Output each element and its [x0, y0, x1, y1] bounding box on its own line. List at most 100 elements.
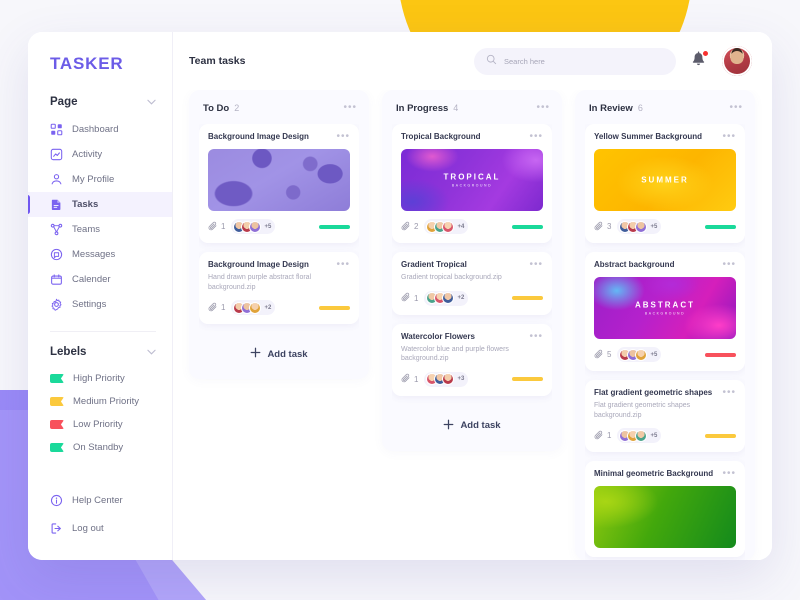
assignee-avatars[interactable]: +3	[424, 371, 469, 387]
board-column-in-review: In Review 6 ••• Yellow Summer Background •••…	[575, 90, 755, 560]
task-card[interactable]: Minimal geometric Background •••	[585, 461, 745, 558]
avatar	[249, 301, 262, 314]
card-subtitle: Hand drawn purple abstract floral backgr…	[208, 274, 312, 291]
column-menu-button[interactable]: •••	[338, 103, 357, 113]
avatar-overflow-count: +5	[650, 432, 658, 439]
sidebar-item-help-center[interactable]: Help Center	[28, 486, 172, 514]
message-bubble-icon	[50, 248, 63, 261]
assignee-avatars[interactable]: +5	[617, 347, 662, 362]
sidebar-section-labels[interactable]: Lebels	[28, 346, 172, 358]
card-header: Gradient Tropical •••	[401, 260, 543, 270]
avatar	[442, 220, 455, 233]
notification-bell-icon[interactable]	[690, 50, 709, 71]
sidebar-item-log-out[interactable]: Log out	[28, 514, 172, 542]
search-box[interactable]	[474, 47, 676, 75]
card-menu-button[interactable]: •••	[331, 132, 350, 142]
assignee-avatars[interactable]: +5	[617, 428, 662, 444]
task-card[interactable]: Yellow Summer Background ••• SUMMER 3 +5	[585, 124, 745, 243]
attachment-count: 2	[401, 221, 418, 233]
column-header: To Do 2 •••	[199, 100, 359, 124]
label-text: Low Priority	[73, 419, 123, 430]
activity-chart-icon	[50, 148, 63, 161]
column-count: 6	[637, 103, 643, 113]
task-card[interactable]: Flat gradient geometric shapes ••• Flat gr…	[585, 380, 745, 453]
card-footer: 3 +5	[594, 219, 736, 234]
sidebar-item-my-profile[interactable]: My Profile	[28, 167, 172, 192]
card-title: Gradient Tropical	[401, 260, 467, 269]
label-item-medium-priority[interactable]: Medium Priority	[28, 390, 172, 413]
attachment-count: 3	[594, 221, 611, 233]
search-input[interactable]	[504, 56, 664, 66]
task-card[interactable]: Gradient Tropical ••• Gradient tropical ba…	[392, 252, 552, 315]
card-menu-button[interactable]: •••	[717, 469, 736, 479]
add-task-button[interactable]: Add task	[392, 405, 552, 451]
card-footer: 5 +5	[594, 347, 736, 362]
card-menu-button[interactable]: •••	[717, 132, 736, 142]
column-header: In Review 6 •••	[585, 100, 745, 124]
label-item-low-priority[interactable]: Low Priority	[28, 413, 172, 436]
card-thumbnail: ABSTRACT BACKGROUND	[594, 277, 736, 339]
assignee-avatars[interactable]: +2	[424, 290, 469, 306]
card-menu-button[interactable]: •••	[524, 132, 543, 142]
avatar-overflow-count: +5	[264, 223, 272, 230]
avatar[interactable]	[722, 46, 752, 76]
sidebar-item-label: Help Center	[72, 494, 123, 506]
task-card[interactable]: Background Image Design ••• Hand drawn pur…	[199, 252, 359, 325]
gear-icon	[50, 298, 63, 311]
task-card[interactable]: Abstract background ••• ABSTRACT BACKGROUND…	[585, 252, 745, 371]
label-text: On Standby	[73, 442, 124, 453]
add-task-button[interactable]: Add task	[199, 333, 359, 379]
page-title: Team tasks	[189, 55, 246, 67]
column-title: In Progress	[396, 102, 449, 114]
sidebar-item-dashboard[interactable]: Dashboard	[28, 117, 172, 142]
avatar-overflow-count: +5	[650, 223, 658, 230]
column-cards: Yellow Summer Background ••• SUMMER 3 +5 Abst…	[585, 124, 745, 560]
avatar-overflow-count: +3	[457, 376, 465, 383]
attachment-count: 1	[401, 292, 418, 304]
task-card[interactable]: Background Image Design ••• 1 +5	[199, 124, 359, 243]
sidebar-item-settings[interactable]: Settings	[28, 292, 172, 317]
add-card-button[interactable]	[707, 102, 719, 114]
column-title: In Review	[589, 102, 633, 114]
task-card[interactable]: Tropical Background ••• TROPICAL BACKGROUND…	[392, 124, 552, 243]
sidebar-item-teams[interactable]: Teams	[28, 217, 172, 242]
sidebar-section-page[interactable]: Page	[28, 96, 172, 108]
assignee-avatars[interactable]: +5	[617, 219, 662, 234]
card-menu-button[interactable]: •••	[524, 260, 543, 270]
label-item-high-priority[interactable]: High Priority	[28, 367, 172, 390]
sidebar-item-activity[interactable]: Activity	[28, 142, 172, 167]
avatar	[635, 429, 648, 442]
label-item-on-standby[interactable]: On Standby	[28, 436, 172, 459]
card-footer: 1 +5	[208, 219, 350, 234]
sidebar-item-label: Settings	[72, 299, 107, 310]
assignee-avatars[interactable]: +5	[231, 219, 276, 234]
card-header: Minimal geometric Background •••	[594, 469, 736, 479]
card-menu-button[interactable]: •••	[717, 260, 736, 270]
add-card-button[interactable]	[514, 102, 526, 114]
add-card-button[interactable]	[321, 102, 333, 114]
app-logo[interactable]: TASKER	[28, 54, 172, 74]
chevron-down-icon[interactable]	[147, 98, 156, 107]
add-task-label: Add task	[267, 348, 308, 360]
sidebar-item-tasks[interactable]: Tasks	[28, 192, 172, 217]
assignee-avatars[interactable]: +4	[424, 219, 469, 234]
avatar-overflow-count: +2	[457, 295, 465, 302]
sidebar-item-label: Messages	[72, 249, 116, 260]
column-menu-button[interactable]: •••	[531, 103, 550, 113]
card-menu-button[interactable]: •••	[331, 260, 350, 270]
label-text: High Priority	[73, 373, 125, 384]
sidebar-labels-list: High Priority Medium Priority Low Priority…	[28, 367, 172, 459]
card-menu-button[interactable]: •••	[524, 331, 543, 342]
assignee-avatars[interactable]: +2	[231, 300, 276, 316]
sidebar-item-messages[interactable]: Messages	[28, 242, 172, 267]
chevron-down-icon[interactable]	[147, 348, 156, 357]
task-card[interactable]: Watercolor Flowers ••• Watercolor blue and…	[392, 323, 552, 396]
status-badge	[319, 224, 350, 229]
teams-network-icon	[50, 223, 63, 236]
column-menu-button[interactable]: •••	[724, 103, 743, 113]
status-badge	[319, 305, 350, 310]
card-menu-button[interactable]: •••	[717, 388, 736, 398]
sidebar-item-calender[interactable]: Calender	[28, 267, 172, 292]
card-header: Abstract background •••	[594, 260, 736, 270]
avatar	[635, 220, 648, 233]
